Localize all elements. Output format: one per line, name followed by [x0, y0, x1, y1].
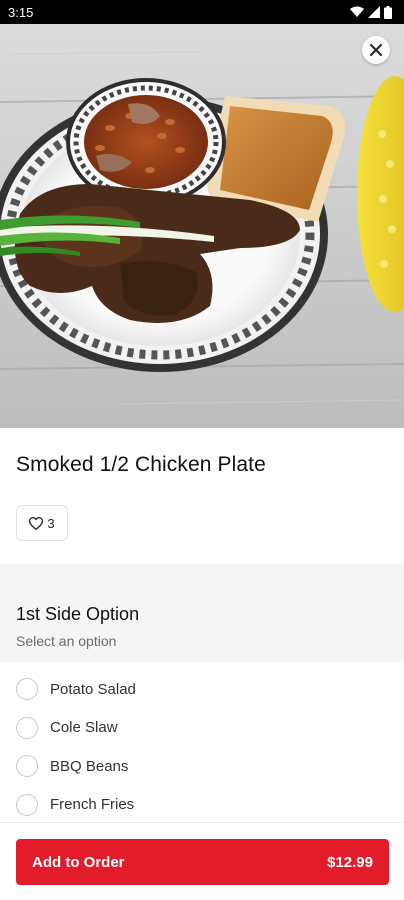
section-title: 1st Side Option [16, 604, 140, 624]
like-count: 3 [47, 515, 55, 531]
close-icon [370, 44, 382, 56]
option-label: French Fries [50, 796, 135, 814]
add-to-order-button[interactable]: Add to Order $12.99 [16, 839, 389, 885]
radio-button[interactable] [16, 716, 38, 739]
product-image [0, 24, 404, 428]
option-bbq-beans[interactable]: BBQ Beans [0, 747, 404, 786]
radio-button[interactable] [16, 793, 38, 816]
product-photo-illustration [0, 24, 404, 428]
radio-button[interactable] [16, 678, 38, 701]
close-button[interactable] [362, 36, 390, 64]
option-label: BBQ Beans [50, 757, 129, 775]
like-button[interactable]: 3 [16, 505, 68, 541]
product-title: Smoked 1/2 Chicken Plate [16, 453, 266, 476]
status-time: 3:15 [8, 4, 34, 20]
section-subtitle: Select an option [16, 633, 117, 649]
status-bar: 3:15 [0, 0, 404, 24]
option-label: Potato Salad [50, 680, 136, 698]
signal-icon [368, 6, 380, 18]
bottom-action-bar: Add to Order $12.99 [0, 822, 404, 900]
option-french-fries[interactable]: French Fries [0, 786, 404, 825]
option-label: Cole Slaw [50, 719, 118, 737]
option-potato-salad[interactable]: Potato Salad [0, 670, 404, 709]
side-option-header: 1st Side Option Select an option [0, 564, 404, 662]
wifi-icon [350, 6, 364, 17]
heart-outline-icon [29, 516, 44, 530]
add-to-order-label: Add to Order [32, 853, 125, 871]
status-icons [350, 5, 392, 19]
radio-button[interactable] [16, 755, 38, 778]
option-cole-slaw[interactable]: Cole Slaw [0, 709, 404, 748]
side-options-list: Potato Salad Cole Slaw BBQ Beans French … [0, 670, 404, 824]
battery-icon [384, 5, 392, 19]
order-price: $12.99 [327, 853, 373, 871]
